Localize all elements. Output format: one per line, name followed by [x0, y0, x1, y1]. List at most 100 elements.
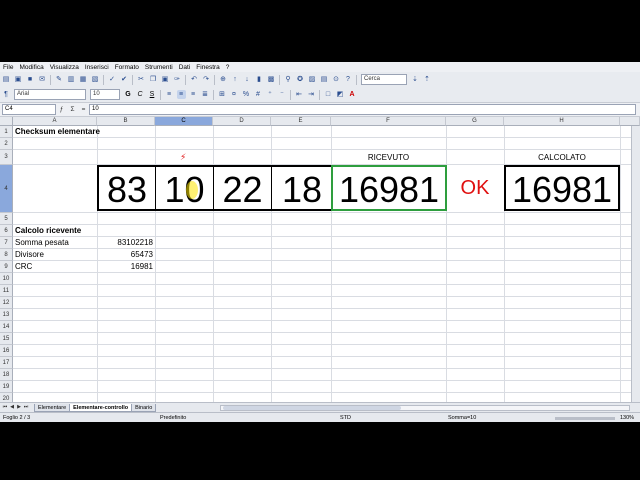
- row-header-3[interactable]: 3: [0, 150, 13, 165]
- first-sheet-icon[interactable]: ⏮: [2, 404, 8, 411]
- row-header-4[interactable]: 4: [0, 165, 13, 213]
- add-decimal-icon[interactable]: ⁺: [266, 90, 275, 99]
- merge-cells-icon[interactable]: ⊞: [218, 90, 227, 99]
- vertical-scrollbar[interactable]: [631, 126, 640, 402]
- number-format-icon[interactable]: #: [254, 90, 263, 99]
- page-style[interactable]: Predefinito: [160, 413, 186, 422]
- find-icon[interactable]: ⚲: [284, 75, 293, 84]
- tab-binario[interactable]: Binario: [131, 404, 157, 412]
- italic-button[interactable]: C: [136, 90, 145, 99]
- preview-icon[interactable]: ▧: [91, 75, 100, 84]
- column-header-e[interactable]: E: [271, 117, 331, 126]
- hyperlink-icon[interactable]: ⊕: [219, 75, 228, 84]
- indent-decrease-icon[interactable]: ⇤: [295, 90, 304, 99]
- cut-icon[interactable]: ✂: [137, 75, 146, 84]
- align-center-icon[interactable]: ≡: [176, 90, 186, 99]
- align-left-icon[interactable]: ≡: [165, 90, 174, 99]
- row-header-15[interactable]: 15: [0, 333, 13, 345]
- row-header-17[interactable]: 17: [0, 357, 13, 369]
- computed-label[interactable]: CALCOLATO: [504, 152, 620, 164]
- byte-cell-4[interactable]: 18: [271, 165, 332, 211]
- zoom-slider[interactable]: [555, 417, 615, 420]
- undo-icon[interactable]: ↶: [190, 75, 199, 84]
- spellcheck-icon[interactable]: ✓: [108, 75, 117, 84]
- column-header-h[interactable]: H: [504, 117, 620, 126]
- row-header-18[interactable]: 18: [0, 369, 13, 381]
- weighted-sum-label[interactable]: Somma pesata: [15, 237, 69, 249]
- sheet-title[interactable]: Checksum elementare: [15, 126, 100, 138]
- edit-icon[interactable]: ✎: [55, 75, 64, 84]
- sum-indicator[interactable]: Somma=10: [448, 413, 476, 422]
- row-header-6[interactable]: 6: [0, 225, 13, 237]
- tab-elementare[interactable]: Elementare: [34, 404, 71, 412]
- row-header-20[interactable]: 20: [0, 393, 13, 402]
- row-header-10[interactable]: 10: [0, 273, 13, 285]
- divisor-value[interactable]: 65473: [97, 249, 153, 261]
- next-sheet-icon[interactable]: ▶: [16, 404, 22, 411]
- pdf-icon[interactable]: ▥: [67, 75, 76, 84]
- zoom-icon[interactable]: ⊙: [332, 75, 341, 84]
- autospell-icon[interactable]: ✔: [120, 75, 129, 84]
- last-sheet-icon[interactable]: ⏭: [23, 404, 29, 411]
- byte-cell-1[interactable]: 83: [97, 165, 156, 211]
- menu-file[interactable]: File: [0, 64, 16, 71]
- font-size-field[interactable]: 10: [90, 89, 120, 100]
- column-header-a[interactable]: A: [13, 117, 97, 126]
- formula-input[interactable]: 10: [89, 104, 636, 115]
- scroll-thumb[interactable]: [223, 406, 401, 410]
- chart-icon[interactable]: ▮: [255, 75, 264, 84]
- name-box[interactable]: C4: [2, 104, 56, 115]
- menu-modifica[interactable]: Modifica: [16, 64, 46, 71]
- byte-cell-3[interactable]: 22: [213, 165, 272, 211]
- font-name-field[interactable]: Arial: [14, 89, 86, 100]
- tab-elementare-controllo[interactable]: Elementare-controllo: [69, 404, 133, 412]
- navigator-icon[interactable]: ✪: [296, 75, 305, 84]
- row-header-7[interactable]: 7: [0, 237, 13, 249]
- email-icon[interactable]: ✉: [38, 75, 47, 84]
- search-next-icon[interactable]: ⇣: [411, 75, 420, 84]
- divisor-label[interactable]: Divisore: [15, 249, 44, 261]
- sort-desc-icon[interactable]: ↓: [243, 75, 252, 84]
- crc-label[interactable]: CRC: [15, 261, 32, 273]
- status-ok[interactable]: OK: [446, 165, 504, 211]
- row-header-1[interactable]: 1: [0, 126, 13, 138]
- computed-checksum[interactable]: 16981: [504, 165, 620, 211]
- row-header-11[interactable]: 11: [0, 285, 13, 297]
- function-wizard-icon[interactable]: ƒ: [57, 106, 66, 113]
- spreadsheet-grid[interactable]: A B C D E F G H 1 2 3 4 5 6 7 8 9 10 11 …: [0, 117, 640, 402]
- bold-button[interactable]: G: [124, 90, 133, 99]
- column-header-c[interactable]: C: [155, 117, 213, 126]
- row-header-16[interactable]: 16: [0, 345, 13, 357]
- menu-visualizza[interactable]: Visualizza: [47, 64, 82, 71]
- percent-icon[interactable]: %: [242, 90, 251, 99]
- pivot-icon[interactable]: ▩: [267, 75, 276, 84]
- gallery-icon[interactable]: ▨: [308, 75, 317, 84]
- received-checksum[interactable]: 16981: [331, 165, 447, 211]
- borders-icon[interactable]: □: [324, 90, 333, 99]
- search-prev-icon[interactable]: ⇡: [423, 75, 432, 84]
- selection-mode[interactable]: STD: [340, 413, 351, 422]
- menu-finestra[interactable]: Finestra: [193, 64, 222, 71]
- row-header-19[interactable]: 19: [0, 381, 13, 393]
- zoom-level[interactable]: 130%: [620, 413, 634, 422]
- styles-icon[interactable]: ¶: [2, 90, 11, 99]
- column-header-d[interactable]: D: [213, 117, 271, 126]
- weighted-sum-value[interactable]: 83102218: [97, 237, 153, 249]
- indent-increase-icon[interactable]: ⇥: [307, 90, 316, 99]
- currency-icon[interactable]: ¤: [230, 90, 239, 99]
- menu-inserisci[interactable]: Inserisci: [82, 64, 112, 71]
- menu-help[interactable]: ?: [223, 64, 233, 71]
- menu-dati[interactable]: Dati: [176, 64, 194, 71]
- row-header-5[interactable]: 5: [0, 213, 13, 225]
- open-icon[interactable]: ▣: [14, 75, 23, 84]
- print-icon[interactable]: ▦: [79, 75, 88, 84]
- align-right-icon[interactable]: ≡: [189, 90, 198, 99]
- underline-button[interactable]: S: [148, 90, 157, 99]
- menu-formato[interactable]: Formato: [112, 64, 142, 71]
- format-paint-icon[interactable]: ✑: [173, 75, 182, 84]
- column-header-f[interactable]: F: [331, 117, 446, 126]
- byte-cell-2[interactable]: 10: [155, 165, 214, 211]
- equals-icon[interactable]: =: [79, 106, 88, 113]
- crc-value[interactable]: 16981: [97, 261, 153, 273]
- copy-icon[interactable]: ❐: [149, 75, 158, 84]
